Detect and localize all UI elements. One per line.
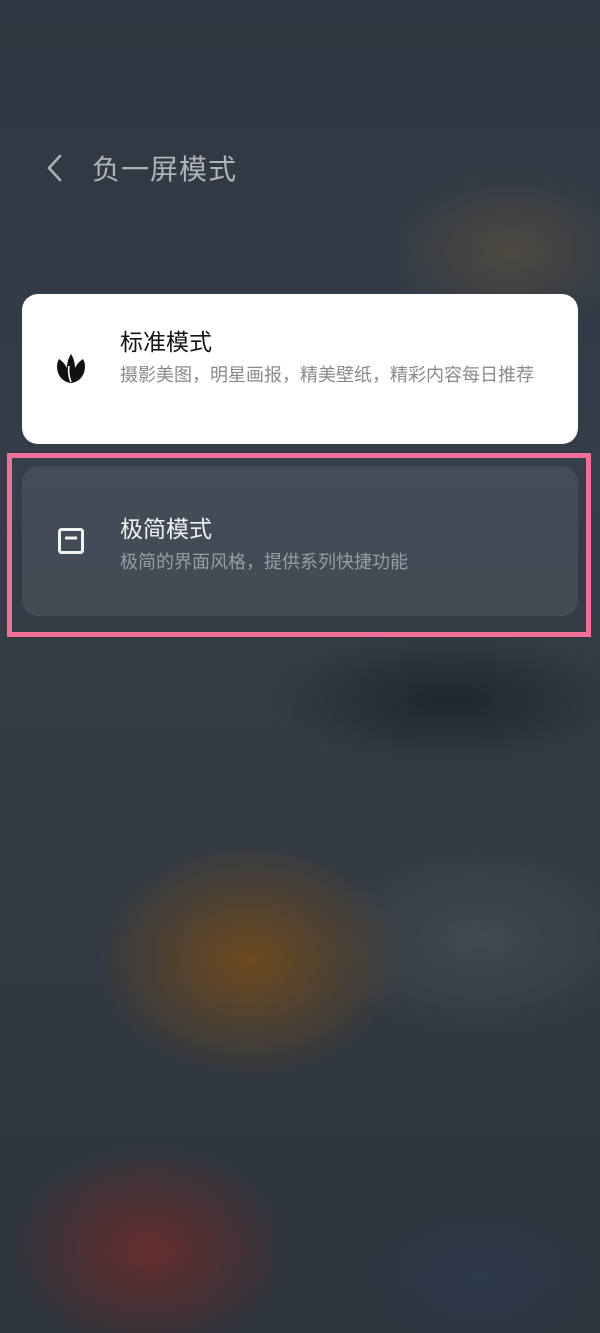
mode-title: 标准模式 xyxy=(120,330,212,356)
blurred-wallpaper-background xyxy=(0,0,600,1333)
back-button[interactable] xyxy=(30,138,80,198)
page-title: 负一屏模式 xyxy=(92,153,238,186)
standard-mode-text: 标准模式 摄影美图，明星画报，精美壁纸，精彩内容每日推荐 xyxy=(120,327,538,390)
mode-description: 摄影美图，明星画报，精美壁纸，精彩内容每日推荐 xyxy=(120,365,534,386)
leaf-icon xyxy=(53,351,89,387)
minimal-mode-option[interactable]: 极简模式 极简的界面风格，提供系列快捷功能 xyxy=(22,466,578,616)
mode-description: 极简的界面风格，提供系列快捷功能 xyxy=(120,552,408,573)
standard-mode-option[interactable]: 标准模式 摄影美图，明星画报，精美壁纸，精彩内容每日推荐 xyxy=(22,294,578,444)
minimal-mode-text: 极简模式 极简的界面风格，提供系列快捷功能 xyxy=(120,514,538,577)
chevron-left-icon xyxy=(47,154,62,182)
minimal-card-icon xyxy=(53,523,89,559)
page-header: 负一屏模式 xyxy=(30,138,237,198)
mode-title: 极简模式 xyxy=(120,517,212,543)
